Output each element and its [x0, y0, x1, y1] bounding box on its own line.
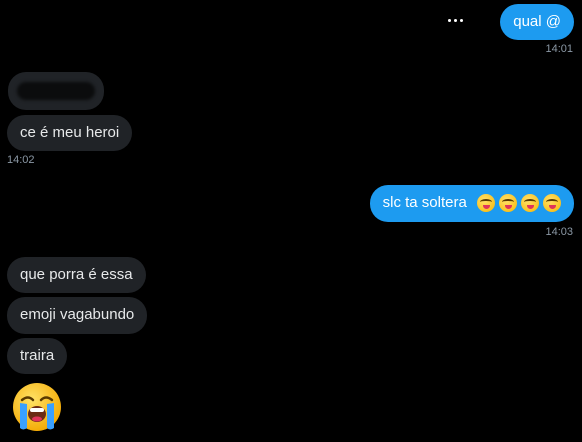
message-bubble-received[interactable]: traira: [7, 338, 68, 374]
dot: [447, 18, 451, 22]
redacted-message-bubble: [8, 72, 104, 110]
emoji-group: [477, 194, 561, 213]
tear-stream-left: [20, 403, 27, 430]
tear-stream-right: [47, 403, 54, 430]
message-bubble-sent[interactable]: slc ta soltera: [369, 185, 574, 222]
message-text: slc ta soltera: [382, 194, 467, 211]
message-text: que porra é essa: [20, 266, 133, 283]
message-timestamp: 14:01: [545, 43, 573, 55]
yum-face-icon: [477, 194, 495, 213]
message-text: traira: [20, 347, 55, 364]
message-text: ce é meu heroi: [20, 124, 120, 141]
yum-face-icon: [521, 194, 539, 213]
loudly-crying-face-icon[interactable]: [10, 380, 64, 434]
message-timestamp: 14:03: [545, 226, 573, 238]
message-timestamp: 14:02: [7, 154, 35, 166]
redaction-blur: [17, 82, 95, 100]
dot: [459, 18, 463, 22]
message-bubble-received[interactable]: ce é meu heroi: [7, 115, 133, 151]
yum-face-icon: [499, 194, 517, 213]
message-bubble-received[interactable]: emoji vagabundo: [7, 297, 148, 334]
message-text: emoji vagabundo: [20, 306, 135, 323]
more-options-icon[interactable]: [444, 10, 466, 30]
message-text: qual @: [513, 13, 561, 30]
message-bubble-sent[interactable]: qual @: [500, 4, 574, 40]
dot: [453, 18, 457, 22]
message-bubble-received[interactable]: que porra é essa: [7, 257, 146, 293]
yum-face-icon: [543, 194, 561, 213]
